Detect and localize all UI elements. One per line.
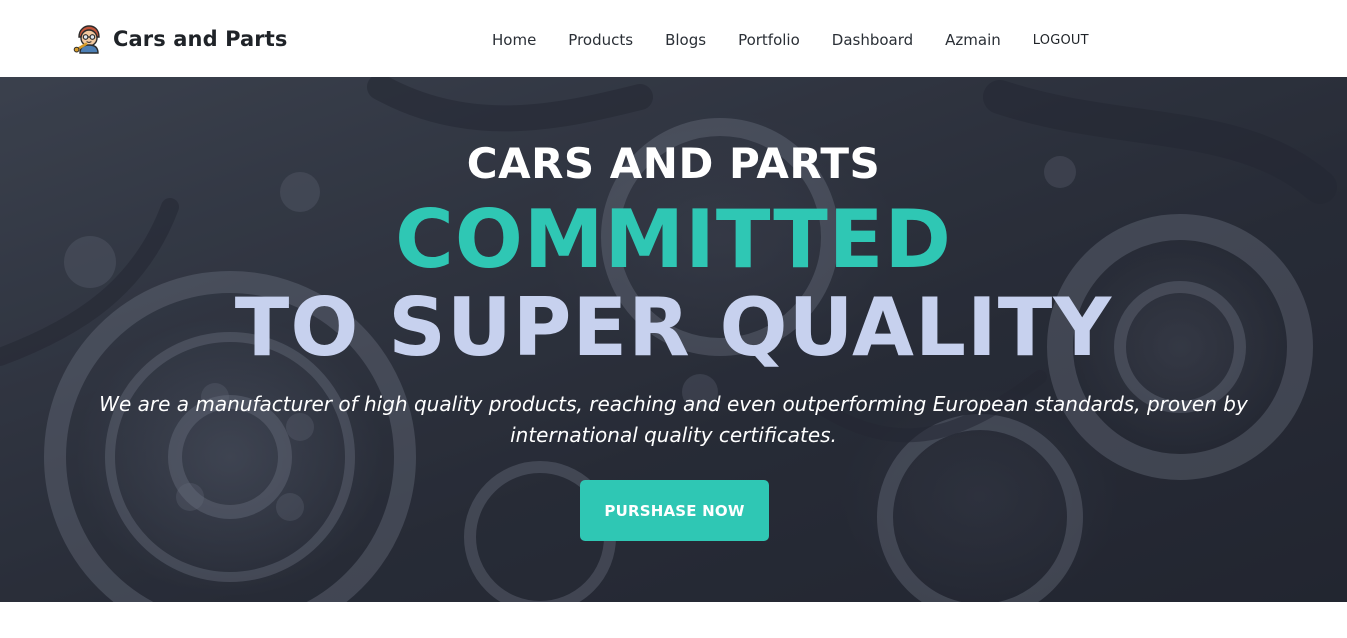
brand-link[interactable]: Cars and Parts <box>73 22 288 56</box>
mechanic-avatar-icon <box>73 23 105 55</box>
nav-products-link[interactable]: Products <box>552 27 649 53</box>
nav-home-link[interactable]: Home <box>476 27 552 53</box>
hero-description: We are a manufacturer of high quality pr… <box>99 392 1248 447</box>
hero-title-highlight: COMMITTED <box>395 193 952 286</box>
nav-user-link[interactable]: Azmain <box>929 27 1017 53</box>
hero-banner: CARS AND PARTS COMMITTED TO SUPER QUALIT… <box>0 77 1347 602</box>
purchase-now-button[interactable]: PURSHASE NOW <box>580 480 769 541</box>
nav-blogs-link[interactable]: Blogs <box>649 27 722 53</box>
logout-button[interactable]: LOGOUT <box>1017 29 1105 52</box>
navbar: Cars and Parts Home Products Blogs Portf… <box>0 0 1347 77</box>
main-nav: Home Products Blogs Portfolio Dashboard … <box>476 27 1105 53</box>
hero-content: CARS AND PARTS COMMITTED TO SUPER QUALIT… <box>0 77 1347 602</box>
hero-title: TO SUPER QUALITY <box>234 281 1113 374</box>
nav-portfolio-link[interactable]: Portfolio <box>722 27 816 53</box>
nav-dashboard-link[interactable]: Dashboard <box>816 27 929 53</box>
brand-name: Cars and Parts <box>113 27 288 51</box>
hero-kicker: CARS AND PARTS <box>466 139 881 188</box>
